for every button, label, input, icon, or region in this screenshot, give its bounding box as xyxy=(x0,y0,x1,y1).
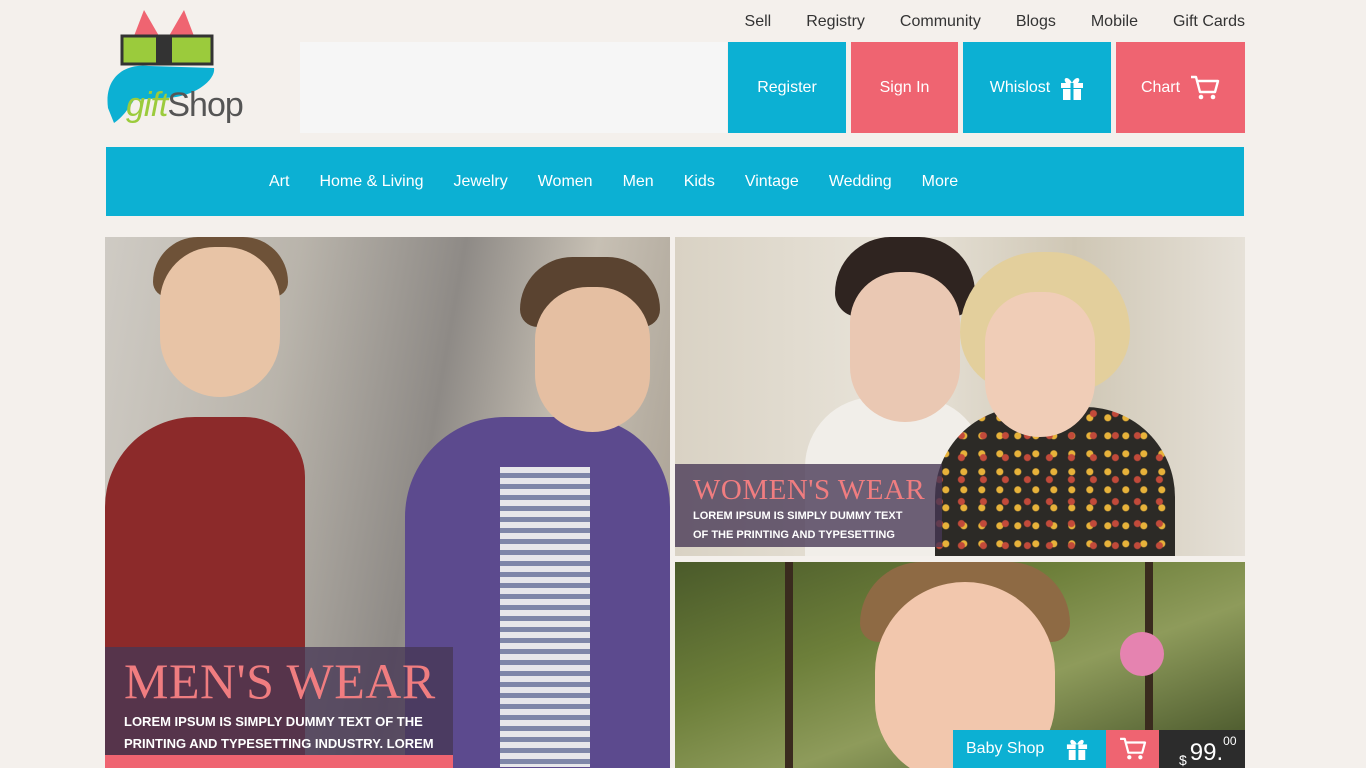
register-button[interactable]: Register xyxy=(728,42,846,133)
cart-icon xyxy=(1119,737,1146,760)
category-art[interactable]: Art xyxy=(269,172,289,192)
category-home-living[interactable]: Home & Living xyxy=(319,172,423,192)
search-input[interactable] xyxy=(300,42,727,133)
register-label: Register xyxy=(757,78,817,96)
gift-icon xyxy=(1061,77,1084,100)
topnav-blogs[interactable]: Blogs xyxy=(981,12,1056,32)
gift-icon xyxy=(1067,739,1088,760)
logo[interactable]: giftShop xyxy=(104,8,274,130)
baby-shop-button[interactable]: Baby Shop xyxy=(953,730,1106,768)
category-women[interactable]: Women xyxy=(538,172,593,192)
women-photo-figure xyxy=(850,272,960,422)
category-vintage[interactable]: Vintage xyxy=(745,172,799,192)
signin-button[interactable]: Sign In xyxy=(851,42,958,133)
wishlist-button[interactable]: Whislost xyxy=(963,42,1111,133)
women-photo-figure xyxy=(985,292,1095,437)
mens-wear-action-bar[interactable] xyxy=(105,755,453,768)
category-wedding[interactable]: Wedding xyxy=(829,172,892,192)
mens-wear-desc-line1: LOREM IPSUM IS SIMPLY DUMMY TEXT OF THE xyxy=(124,714,423,729)
signin-label: Sign In xyxy=(879,78,930,96)
womens-wear-desc-line1: LOREM IPSUM IS SIMPLY DUMMY TEXT xyxy=(693,510,903,522)
cart-button[interactable]: Chart xyxy=(1116,42,1245,133)
category-more[interactable]: More xyxy=(922,172,958,192)
add-to-cart-button[interactable] xyxy=(1106,730,1159,768)
price-decimals: 00 xyxy=(1223,734,1237,748)
womens-wear-desc-line2: OF THE PRINTING AND TYPESETTING xyxy=(693,529,895,541)
price-tag: $ 99. 00 xyxy=(1159,730,1245,768)
men-photo-figure xyxy=(535,287,650,432)
topnav-registry[interactable]: Registry xyxy=(771,12,865,32)
men-photo-figure xyxy=(160,247,280,397)
logo-text: giftShop xyxy=(126,86,244,124)
topnav-sell[interactable]: Sell xyxy=(745,12,772,32)
category-jewelry[interactable]: Jewelry xyxy=(454,172,508,192)
mens-wear-tile[interactable]: MEN'S WEAR LOREM IPSUM IS SIMPLY DUMMY T… xyxy=(105,237,670,768)
flower-decoration xyxy=(1120,632,1164,676)
baby-shop-tile[interactable]: Baby Shop $ 99. 00 xyxy=(675,562,1245,768)
swing-rope xyxy=(785,562,793,768)
topnav-mobile[interactable]: Mobile xyxy=(1056,12,1138,32)
mens-wear-title: MEN'S WEAR xyxy=(124,653,436,709)
top-nav: Sell Registry Community Blogs Mobile Gif… xyxy=(745,12,1245,32)
price-currency: $ xyxy=(1179,752,1187,768)
wishlist-label: Whislost xyxy=(989,78,1051,96)
mens-wear-caption: MEN'S WEAR LOREM IPSUM IS SIMPLY DUMMY T… xyxy=(105,647,453,755)
mens-wear-desc-line2: PRINTING AND TYPESETTING INDUSTRY. LOREM xyxy=(124,736,434,751)
topnav-community[interactable]: Community xyxy=(865,12,981,32)
price-amount: 99. xyxy=(1189,739,1224,766)
category-kids[interactable]: Kids xyxy=(684,172,715,192)
baby-shop-label: Baby Shop xyxy=(966,740,1045,757)
category-men[interactable]: Men xyxy=(623,172,654,192)
womens-wear-title: WOMEN'S WEAR xyxy=(693,474,926,506)
topnav-gift-cards[interactable]: Gift Cards xyxy=(1138,12,1245,32)
men-photo-figure xyxy=(500,467,590,767)
womens-wear-tile[interactable]: WOMEN'S WEAR LOREM IPSUM IS SIMPLY DUMMY… xyxy=(675,237,1245,556)
cart-label: Chart xyxy=(1140,78,1181,96)
cart-icon xyxy=(1191,75,1220,99)
womens-wear-caption: WOMEN'S WEAR LOREM IPSUM IS SIMPLY DUMMY… xyxy=(675,464,942,547)
category-nav: Art Home & Living Jewelry Women Men Kids… xyxy=(106,147,1244,216)
